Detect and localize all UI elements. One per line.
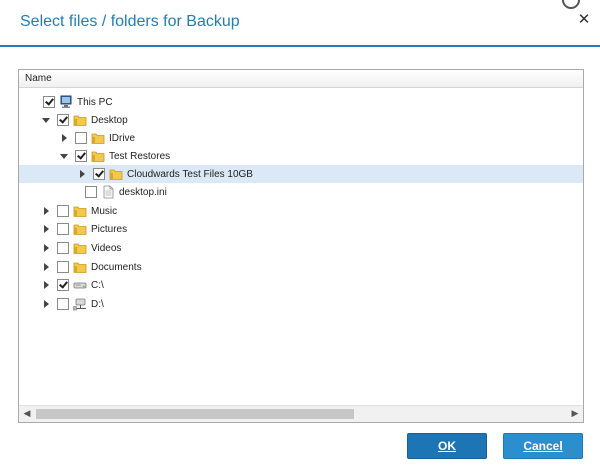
network-drive-icon	[73, 298, 86, 311]
checkbox-videos[interactable]	[57, 242, 69, 254]
checkbox-c-drive[interactable]	[57, 279, 69, 291]
file-tree: This PC Desktop IDrive Test Restores Clo…	[19, 88, 583, 405]
expand-arrow-icon[interactable]	[41, 295, 51, 313]
cancel-button-label: Cancel	[523, 439, 563, 453]
checkbox-documents[interactable]	[57, 261, 69, 273]
folder-icon	[91, 133, 105, 144]
folder-icon	[73, 115, 87, 126]
folder-icon	[73, 224, 87, 235]
expand-arrow-icon[interactable]	[77, 165, 87, 183]
title-divider	[0, 45, 600, 47]
checkbox-d-drive[interactable]	[57, 298, 69, 310]
scrollbar-thumb[interactable]	[36, 409, 354, 419]
ok-button[interactable]: OK	[407, 433, 487, 459]
checkbox-music[interactable]	[57, 205, 69, 217]
folder-icon	[73, 262, 87, 273]
checkbox-idrive[interactable]	[75, 132, 87, 144]
tree-label: Test Restores	[109, 150, 171, 162]
tree-row-c-drive[interactable]: C:\	[19, 276, 583, 294]
horizontal-scrollbar[interactable]: ◀ ▶	[19, 405, 583, 422]
folder-icon	[73, 243, 87, 254]
tree-label: D:\	[91, 298, 104, 310]
tree-label: This PC	[77, 96, 113, 108]
tree-row-idrive[interactable]: IDrive	[19, 129, 583, 147]
cancel-button[interactable]: Cancel	[503, 433, 583, 459]
file-icon	[103, 185, 114, 199]
collapse-arrow-icon[interactable]	[41, 111, 51, 129]
tree-label: Pictures	[91, 223, 128, 235]
scroll-left-icon[interactable]: ◀	[19, 406, 35, 422]
tree-label: C:\	[91, 279, 104, 291]
dialog-title: Select files / folders for Backup	[20, 13, 240, 30]
tree-row-test-restores[interactable]: Test Restores	[19, 147, 583, 165]
expand-arrow-icon[interactable]	[41, 202, 51, 220]
tree-row-desktop[interactable]: Desktop	[19, 111, 583, 129]
tree-row-pictures[interactable]: Pictures	[19, 220, 583, 238]
checkbox-desktop-ini[interactable]	[85, 186, 97, 198]
computer-icon	[60, 95, 72, 108]
tree-row-videos[interactable]: Videos	[19, 239, 583, 257]
folder-icon	[73, 206, 87, 217]
expand-arrow-icon[interactable]	[59, 129, 69, 147]
tree-label: Documents	[91, 261, 142, 273]
folder-icon	[91, 151, 105, 162]
tree-label: Music	[91, 205, 118, 217]
tree-row-desktop-ini[interactable]: desktop.ini	[19, 183, 583, 201]
folder-icon	[109, 169, 123, 180]
tree-row-documents[interactable]: Documents	[19, 258, 583, 276]
drive-icon	[73, 282, 87, 289]
tree-label: IDrive	[109, 132, 136, 144]
checkbox-pictures[interactable]	[57, 223, 69, 235]
window-corner-icon	[562, 0, 580, 9]
checkbox-desktop[interactable]	[57, 114, 69, 126]
tree-row-music[interactable]: Music	[19, 202, 583, 220]
checkbox-test-restores[interactable]	[75, 150, 87, 162]
scroll-right-icon[interactable]: ▶	[567, 406, 583, 422]
collapse-arrow-icon[interactable]	[59, 147, 69, 165]
tree-label: Videos	[91, 242, 122, 254]
tree-row-d-drive[interactable]: D:\	[19, 295, 583, 313]
tree-row-cloudwards-test-files[interactable]: Cloudwards Test Files 10GB	[19, 165, 583, 183]
expand-arrow-icon[interactable]	[41, 220, 51, 238]
ok-button-label: OK	[438, 439, 456, 453]
checkbox-this-pc[interactable]	[43, 96, 55, 108]
file-tree-panel: Name This PC Desktop IDrive Test Restore…	[18, 69, 584, 423]
tree-label: Desktop	[91, 114, 128, 126]
expand-arrow-icon[interactable]	[41, 258, 51, 276]
tree-row-this-pc[interactable]: This PC	[19, 93, 583, 111]
close-icon[interactable]: ✕	[576, 11, 592, 27]
tree-label: Cloudwards Test Files 10GB	[127, 168, 253, 180]
expand-arrow-icon[interactable]	[41, 276, 51, 294]
expand-arrow-icon[interactable]	[41, 239, 51, 257]
tree-label: desktop.ini	[119, 186, 167, 198]
checkbox-cloudwards-test-files[interactable]	[93, 168, 105, 180]
column-header-name[interactable]: Name	[19, 70, 583, 88]
